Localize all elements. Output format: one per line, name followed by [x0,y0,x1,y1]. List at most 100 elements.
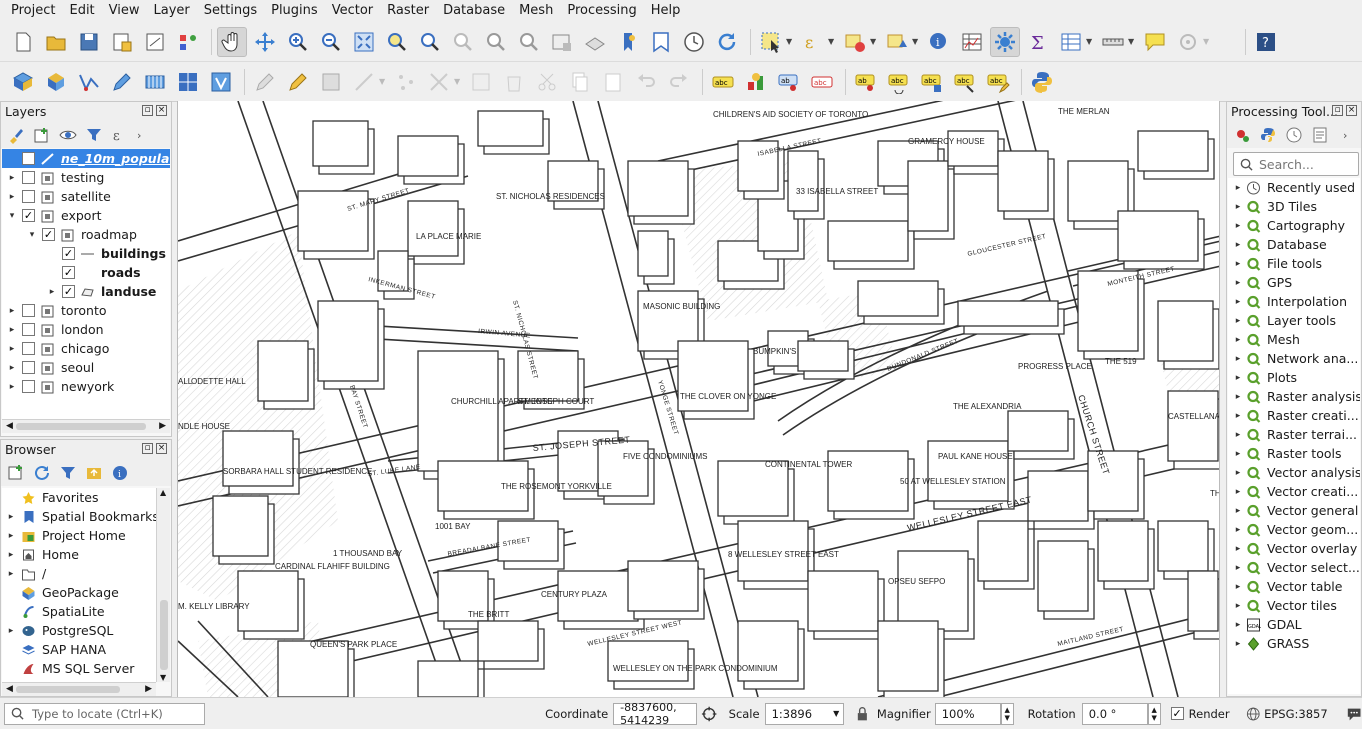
layer-visibility-checkbox[interactable]: ✓ [62,247,75,260]
layers-scrollbar[interactable]: ◀ ▶ [2,419,170,433]
browser-item-geopackage[interactable]: GeoPackage [2,583,156,602]
edit-label-icon[interactable]: abc [983,67,1013,97]
expand-arrow-icon[interactable]: ▸ [1232,278,1244,288]
close-panel-icon[interactable]: × [156,443,167,454]
edit-pencil-icon[interactable] [107,67,137,97]
menu-mesh[interactable]: Mesh [512,0,560,22]
add-feature-icon[interactable] [349,67,379,97]
pan-map-icon[interactable] [217,26,247,57]
expand-arrow-icon[interactable]: ▸ [1232,468,1244,478]
layer-visibility-checkbox[interactable] [22,190,35,203]
browser-item-favorites[interactable]: Favorites [2,488,156,507]
pin-labels-icon[interactable]: ab [774,67,804,97]
expand-arrow-icon[interactable]: ▸ [6,344,18,354]
provider-file-tools[interactable]: ▸ File tools [1228,254,1360,273]
provider-vector-tiles[interactable]: ▸ Vector tiles [1228,596,1360,615]
expand-arrow-icon[interactable]: ▸ [6,325,18,335]
expand-arrow-icon[interactable]: ▸ [1232,601,1244,611]
move-label-icon[interactable]: ab [851,67,881,97]
processing-search-input[interactable]: Search... [1233,152,1359,176]
provider-vector-overlay[interactable]: ▸ Vector overlay [1228,539,1360,558]
open-table-icon[interactable] [1056,27,1086,57]
save-as-icon[interactable] [107,27,137,57]
layer-toronto[interactable]: ▸ toronto [2,301,170,320]
expand-arrow-icon[interactable]: ▸ [5,550,17,560]
results-viewer-icon[interactable] [1311,126,1329,144]
menu-view[interactable]: View [102,0,147,22]
add-group-icon[interactable] [33,126,51,144]
crs-button[interactable]: EPSG:3857 [1264,707,1328,721]
expand-arrow-icon[interactable]: ▸ [1232,202,1244,212]
expand-arrow-icon[interactable]: ▸ [6,363,18,373]
provider-plots[interactable]: ▸ Plots [1228,368,1360,387]
zoom-layer-icon[interactable] [415,27,445,57]
expand-arrow-icon[interactable]: ▸ [6,382,18,392]
expand-arrow-icon[interactable]: ▸ [1232,221,1244,231]
layer-ne-10m-populated[interactable]: ne_10m_populated [2,149,170,168]
provider-raster-tools[interactable]: ▸ Raster tools [1228,444,1360,463]
select-by-expression-icon[interactable]: ε [798,27,828,57]
provider-vector-analysis[interactable]: ▸ Vector analysis [1228,463,1360,482]
provider-network-ana[interactable]: ▸ Network ana... [1228,349,1360,368]
browser-item-postgresql[interactable]: ▸ PostgreSQL [2,621,156,640]
save-edits-icon[interactable] [316,67,346,97]
info-icon[interactable]: i [111,464,129,482]
expand-arrow-icon[interactable]: ▸ [1232,544,1244,554]
close-panel-icon[interactable]: × [1346,105,1357,116]
menu-help[interactable]: Help [644,0,688,22]
browser-hscroll[interactable]: ◀ ▶ [2,682,156,696]
expand-arrow-icon[interactable]: ▸ [1232,506,1244,516]
provider-vector-table[interactable]: ▸ Vector table [1228,577,1360,596]
toggle-extents-icon[interactable] [701,705,717,723]
change-label-icon[interactable]: abc [917,67,947,97]
layer-visibility-checkbox[interactable]: ✓ [62,266,75,279]
pencil-icon[interactable] [283,67,313,97]
menu-layer[interactable]: Layer [147,0,197,22]
expand-arrow-icon[interactable]: ▸ [1232,639,1244,649]
measure-line-icon[interactable] [1098,27,1128,57]
expand-arrow-icon[interactable]: ▸ [1232,525,1244,535]
identify-features-icon[interactable]: i [924,27,954,57]
expand-arrow-icon[interactable]: ▸ [1232,620,1244,630]
expand-arrow-icon[interactable]: ▸ [1232,449,1244,459]
python-console-icon[interactable] [1027,67,1057,97]
layer-visibility-checkbox[interactable]: ✓ [62,285,75,298]
zoom-in-icon[interactable] [283,27,313,57]
cut-features-icon[interactable] [532,67,562,97]
filter-browser-icon[interactable] [59,464,77,482]
provider-raster-analysis[interactable]: ▸ Raster analysis [1228,387,1360,406]
layer-landuse[interactable]: ▸ ✓ landuse [2,282,170,301]
browser-item-sap-hana[interactable]: SAP HANA [2,640,156,659]
expand-arrow-icon[interactable]: ▸ [1232,335,1244,345]
expand-arrow-icon[interactable]: ▸ [1232,411,1244,421]
collapse-all-icon[interactable] [85,464,103,482]
provider-vector-geom[interactable]: ▸ Vector geom... [1228,520,1360,539]
refresh-icon[interactable] [712,27,742,57]
style-brush-icon[interactable] [7,126,25,144]
layer-london[interactable]: ▸ london [2,320,170,339]
open-project-icon[interactable] [41,27,71,57]
models-icon[interactable] [1233,126,1251,144]
expand-arrow-icon[interactable]: ▾ [6,211,18,221]
lock-scale-icon[interactable] [856,706,869,722]
float-panel-icon[interactable]: ▫ [1332,105,1343,116]
provider-raster-terrai[interactable]: ▸ Raster terrai... [1228,425,1360,444]
deselect-features-icon[interactable] [840,27,870,57]
layer-visibility-checkbox[interactable] [22,304,35,317]
layer-satellite[interactable]: ▸ satellite [2,187,170,206]
menu-edit[interactable]: Edit [62,0,101,22]
delete-selected-icon[interactable] [499,67,529,97]
expand-arrow-icon[interactable]: ▸ [1232,240,1244,250]
magnifier-spinner[interactable]: ▲ ▼ [1000,702,1014,725]
map-tips-icon[interactable] [1140,27,1170,57]
browser-item-[interactable]: ▸ / [2,564,156,583]
pan-to-selection-icon[interactable] [250,27,280,57]
browser-item-project-home[interactable]: ▸ Project Home [2,526,156,545]
expand-arrow-icon[interactable]: ▸ [6,173,18,183]
layer-visibility-checkbox[interactable] [22,171,35,184]
undo-icon[interactable] [631,67,661,97]
zoom-native-icon[interactable] [448,27,478,57]
expand-arrow-icon[interactable]: ▸ [1232,563,1244,573]
render-checkbox[interactable]: ✓ [1170,707,1184,720]
expand-arrow-icon[interactable]: ▸ [5,531,17,541]
